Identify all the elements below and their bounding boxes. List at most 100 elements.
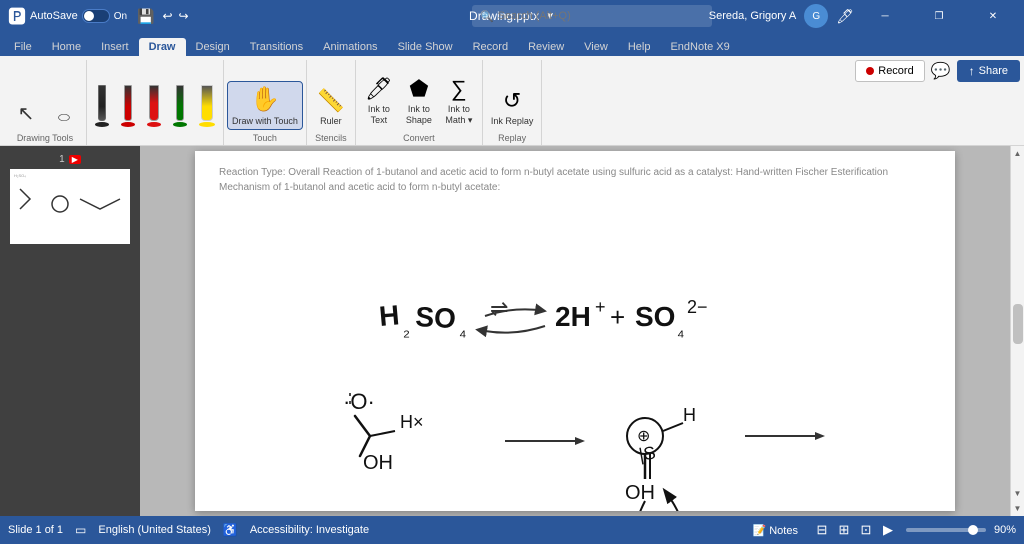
svg-text:2H: 2H (555, 301, 591, 332)
svg-text:H₂SO₄: H₂SO₄ (14, 173, 26, 178)
share-button[interactable]: ↑ Share (957, 60, 1020, 82)
tab-view[interactable]: View (574, 38, 618, 56)
slide-number-area: 1 ▶ (59, 154, 81, 165)
ruler-button[interactable]: 📏 Ruler (311, 85, 351, 129)
notes-icon: 📝 (752, 525, 766, 537)
highlighter-button[interactable] (195, 83, 219, 129)
language[interactable]: English (United States) (98, 524, 211, 536)
save-icon[interactable]: 💾 (137, 8, 154, 25)
red-pen-button[interactable] (117, 83, 139, 129)
tab-review[interactable]: Review (518, 38, 574, 56)
tab-endnote[interactable]: EndNote X9 (660, 38, 739, 56)
group-label-touch: Touch (224, 133, 306, 143)
svg-text:₂: ₂ (403, 320, 410, 340)
svg-text:H×: H× (400, 412, 424, 432)
reading-view-icon[interactable]: ⊡ (856, 520, 876, 540)
tab-help[interactable]: Help (618, 38, 661, 56)
lasso-tool-button[interactable]: ⬭ (46, 106, 82, 129)
scroll-up-arrow[interactable]: ▲ (1011, 146, 1024, 161)
touch-icon: ✋ (250, 85, 280, 114)
main-area: 1 ▶ H₂SO₄ Reaction Type: Overall Reactio… (0, 146, 1024, 516)
status-bar: Slide 1 of 1 ▭ English (United States) ♿… (0, 516, 1024, 544)
redo-icon[interactable]: ↪ (179, 9, 189, 23)
scroll-thumb[interactable] (1013, 304, 1023, 344)
tab-animations[interactable]: Animations (313, 38, 387, 56)
canvas-area[interactable]: Reaction Type: Overall Reaction of 1-but… (140, 146, 1010, 516)
tab-home[interactable]: Home (42, 38, 91, 56)
accessibility-icon: ♿ (223, 523, 238, 537)
tab-insert[interactable]: Insert (91, 38, 139, 56)
ribbon: ↖ ⬭ Drawing Tools (0, 56, 1024, 146)
svg-text:⇌: ⇌ (490, 296, 508, 321)
comments-icon[interactable]: 💬 (931, 61, 951, 81)
status-left: Slide 1 of 1 ▭ English (United States) ♿… (8, 523, 369, 537)
ribbon-tabs: File Home Insert Draw Design Transitions… (0, 32, 1024, 56)
ink-to-math-button[interactable]: ∑ Ink toMath ▾ (440, 73, 478, 129)
group-label-stencils: Stencils (307, 133, 355, 143)
tab-draw[interactable]: Draw (139, 38, 186, 56)
slide-canvas[interactable]: Reaction Type: Overall Reaction of 1-but… (195, 151, 955, 511)
vertical-scrollbar[interactable]: ▲ ▼ ▼ (1010, 146, 1024, 516)
group-convert: 🖊 Ink toText ⬟ Ink toShape ∑ Ink toMath … (356, 60, 483, 145)
zoom-knob[interactable] (968, 525, 978, 535)
close-button[interactable]: ✕ (970, 0, 1016, 32)
pen-icon[interactable]: 🖊 (836, 8, 854, 25)
group-drawing-tools: ↖ ⬭ Drawing Tools (4, 60, 87, 145)
record-dot-icon (866, 67, 874, 75)
svg-text:₄: ₄ (677, 320, 684, 340)
slideshow-view-icon[interactable]: ▶ (878, 520, 898, 540)
slide-thumbnail[interactable]: H₂SO₄ (10, 169, 130, 244)
slide-thumb-svg: H₂SO₄ (10, 169, 130, 244)
scroll-down-arrow1[interactable]: ▼ (1011, 486, 1024, 501)
green-pen-button[interactable] (169, 83, 191, 129)
action-buttons: Record 💬 ↑ Share (855, 60, 1020, 82)
accessibility-label[interactable]: Accessibility: Investigate (250, 524, 369, 536)
minimize-button[interactable]: ─ (862, 0, 908, 32)
group-label-replay: Replay (483, 133, 542, 143)
svg-text:₄: ₄ (459, 320, 466, 340)
slide-badge: ▶ (69, 155, 81, 164)
autosave-label: AutoSave (30, 10, 78, 22)
svg-text:·O·: ·O· (343, 389, 375, 414)
tab-design[interactable]: Design (186, 38, 240, 56)
tab-transitions[interactable]: Transitions (240, 38, 313, 56)
svg-text:H: H (378, 299, 401, 332)
ink-to-text-button[interactable]: 🖊 Ink toText (360, 73, 398, 129)
notes-button[interactable]: 📝 Notes (746, 522, 804, 539)
record-button[interactable]: Record (855, 60, 924, 82)
group-touch: ✋ Draw with Touch Touch (224, 60, 307, 145)
draw-with-touch-button[interactable]: ✋ Draw with Touch (228, 82, 302, 129)
normal-view-icon[interactable]: ⊟ (812, 520, 832, 540)
tab-slideshow[interactable]: Slide Show (388, 38, 463, 56)
svg-text:2−: 2− (687, 297, 708, 317)
slide-number: 1 (59, 154, 65, 165)
slide-info: Slide 1 of 1 (8, 524, 63, 536)
share-label: Share (979, 65, 1008, 77)
restore-button[interactable]: ❐ (916, 0, 962, 32)
svg-text:H: H (683, 405, 696, 425)
search-input[interactable] (498, 10, 704, 22)
record-label: Record (878, 65, 913, 77)
window-controls: Sereda, Grigory A G 🖊 ─ ❐ ✕ (709, 0, 1016, 32)
ink-to-shape-button[interactable]: ⬟ Ink toShape (400, 73, 438, 129)
svg-text:+: + (610, 302, 625, 332)
select-tool-button[interactable]: ↖ (8, 98, 44, 129)
title-bar: 🅿 AutoSave On 💾 ↩ ↪ Drawing.pptx ▼ 🔍 Ser… (0, 0, 1024, 32)
grid-view-icon[interactable]: ⊞ (834, 520, 854, 540)
arrow-icon: ↖ (18, 101, 35, 126)
svg-text:OH: OH (625, 482, 655, 504)
tab-record[interactable]: Record (463, 38, 518, 56)
ink-replay-button[interactable]: ↺ Ink Replay (487, 85, 538, 129)
ink-replay-icon: ↺ (503, 88, 521, 114)
user-avatar[interactable]: G (804, 4, 828, 28)
red-marker-button[interactable] (143, 83, 165, 129)
undo-icon[interactable]: ↩ (162, 9, 172, 23)
autosave-toggle[interactable] (82, 9, 110, 23)
svg-text:+: + (595, 297, 606, 317)
zoom-slider[interactable] (906, 528, 986, 532)
ink-to-math-icon: ∑ (451, 76, 467, 102)
scroll-down-arrow2[interactable]: ▼ (1011, 501, 1024, 516)
tab-file[interactable]: File (4, 38, 42, 56)
black-pen-button[interactable] (91, 83, 113, 129)
zoom-level[interactable]: 90% (994, 524, 1016, 536)
